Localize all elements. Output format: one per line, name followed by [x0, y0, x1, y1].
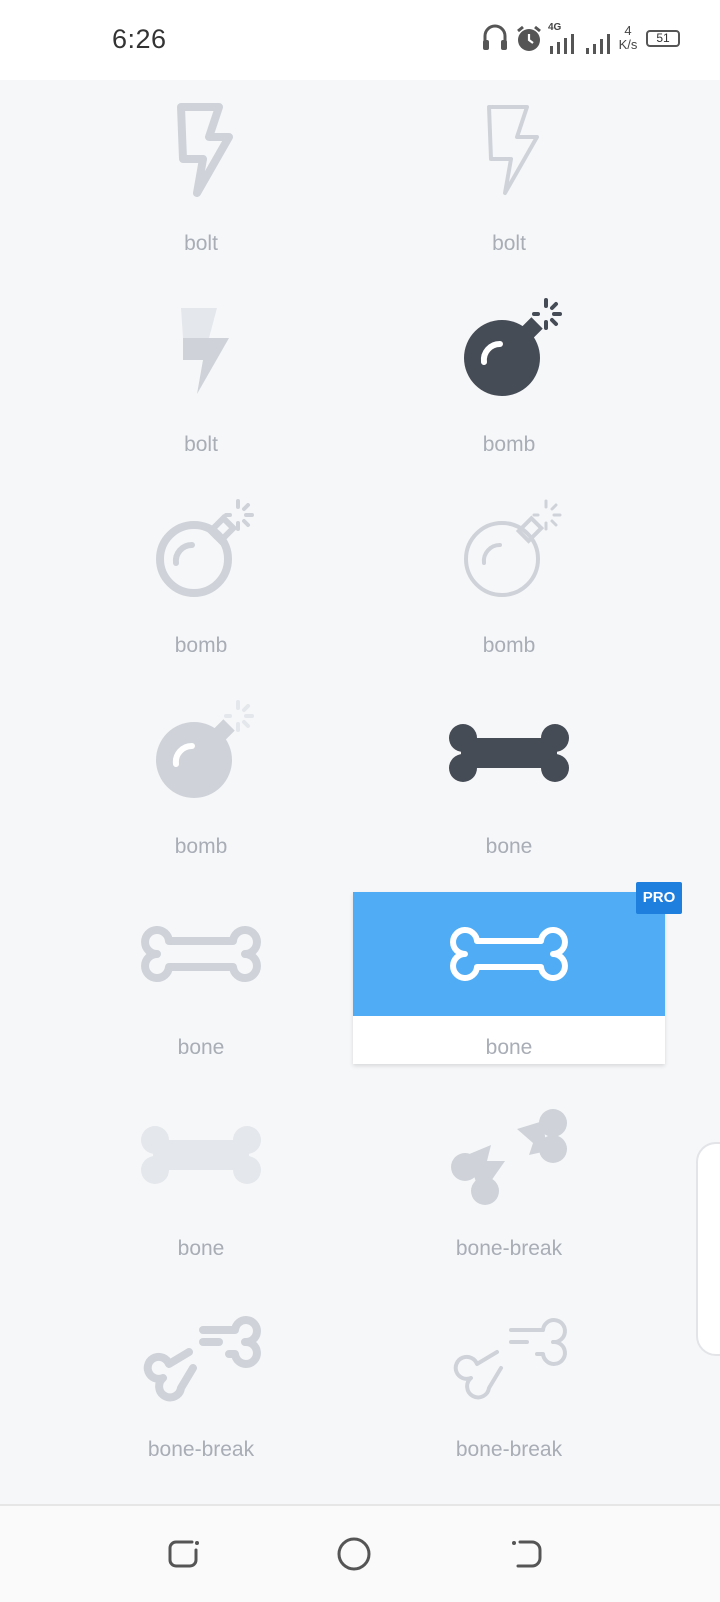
icon-label: bone — [177, 1237, 225, 1260]
bone-icon — [449, 724, 569, 782]
bone-break-icon — [451, 1109, 567, 1205]
icon-tile-bomb[interactable]: bomb — [45, 691, 357, 863]
icon-label: bone-break — [455, 1438, 563, 1461]
icon-grid: bolt bolt bolt bomb bomb bomb bomb bone … — [0, 80, 720, 1504]
bomb-icon — [156, 499, 254, 597]
icon-tile-bone-break[interactable]: bone-break — [353, 1093, 665, 1265]
bomb-icon — [464, 499, 562, 597]
icon-label: bolt — [184, 232, 218, 255]
icon-tile-bone-break[interactable]: bone-break — [45, 1294, 357, 1466]
status-icons: 4G 4 K/s 51 — [482, 22, 692, 58]
icon-tile-bone-break[interactable]: bone-break — [353, 1294, 665, 1466]
icon-label: bolt — [184, 433, 218, 456]
nav-bar — [0, 1504, 720, 1602]
icon-label: bolt — [492, 232, 526, 255]
back-icon[interactable] — [506, 1534, 546, 1574]
signal-icon — [550, 34, 574, 54]
bolt-icon — [487, 105, 539, 195]
icon-tile-bolt[interactable]: bolt — [45, 289, 357, 461]
battery-level: 51 — [656, 31, 670, 45]
icon-tile-bone[interactable]: bone — [45, 892, 357, 1064]
icon-tile-bomb[interactable]: bomb — [353, 490, 665, 662]
icon-tile-bolt[interactable]: bolt — [45, 88, 357, 260]
net-speed-value: 4 — [624, 23, 632, 38]
icon-label: bone — [177, 1036, 225, 1059]
net-speed: 4 K/s — [616, 24, 640, 52]
icon-tile-bone-selected[interactable]: bone PRO — [353, 882, 682, 1064]
status-time: 6:26 — [112, 24, 167, 54]
icon-label: bone — [485, 1036, 533, 1059]
bomb-icon — [156, 700, 254, 798]
icon-label: bomb — [482, 634, 536, 657]
bolt-icon — [181, 308, 229, 394]
net-speed-unit: K/s — [618, 37, 638, 52]
bone-break-icon — [143, 1316, 261, 1402]
bone-break-icon — [453, 1318, 567, 1400]
headphones-icon — [483, 24, 507, 50]
bone-icon — [141, 1126, 261, 1184]
home-icon[interactable] — [334, 1534, 374, 1574]
icon-label: bomb — [174, 634, 228, 657]
icon-tile-bomb[interactable]: bomb — [353, 289, 665, 461]
battery-icon: 51 — [646, 30, 680, 47]
status-bar: 6:26 4G 4 K/s 51 — [0, 0, 720, 80]
alarm-icon — [517, 25, 541, 51]
recent-apps-icon[interactable] — [164, 1534, 204, 1574]
icon-tile-bolt[interactable]: bolt — [353, 88, 665, 260]
icon-tile-bomb[interactable]: bomb — [45, 490, 357, 662]
signal-icon-2 — [586, 34, 610, 54]
pro-badge: PRO — [636, 882, 682, 914]
icon-label: bone-break — [455, 1237, 563, 1260]
icon-label: bomb — [174, 835, 228, 858]
icon-label: bomb — [482, 433, 536, 456]
icon-tile-bone[interactable]: bone — [45, 1093, 357, 1265]
bolt-icon — [177, 103, 233, 197]
icon-label: bone — [485, 835, 533, 858]
bone-icon — [141, 926, 261, 982]
bone-icon — [450, 927, 568, 981]
icon-tile-bone[interactable]: bone — [353, 691, 665, 863]
icon-label: bone-break — [147, 1438, 255, 1461]
bomb-icon — [464, 298, 562, 396]
side-panel-handle[interactable] — [696, 1142, 720, 1356]
